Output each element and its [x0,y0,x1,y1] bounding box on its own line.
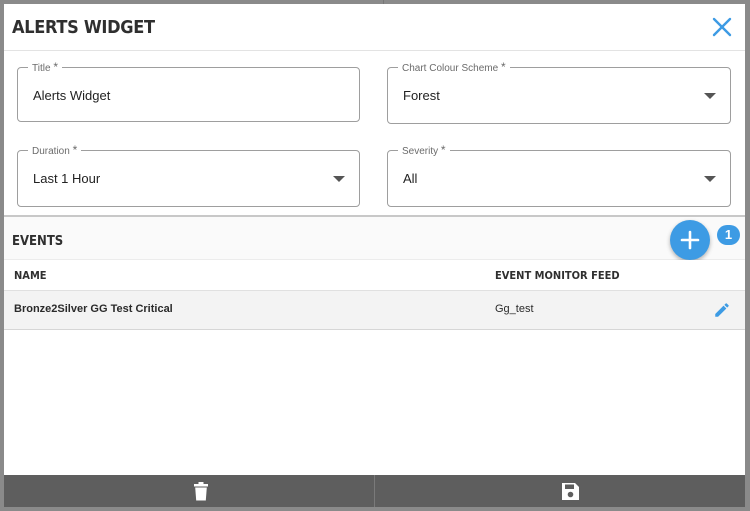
severity-select[interactable]: Severity * All [387,143,731,207]
event-name-cell: Bronze2Silver GG Test Critical [14,303,173,315]
event-feed-cell: Gg_test [495,303,534,315]
dialog-title: ALERTS WIDGET [12,17,155,38]
add-event-button[interactable] [670,220,710,260]
chevron-down-icon [333,176,345,182]
dialog-header: ALERTS WIDGET [4,4,745,51]
chart-colour-scheme-label: Chart Colour Scheme * [398,60,510,76]
save-button[interactable] [375,475,745,507]
pencil-icon [715,303,729,317]
events-title: EVENTS [12,234,64,249]
table-row[interactable]: Bronze2Silver GG Test Critical Gg_test [4,291,745,330]
duration-label: Duration * [28,143,82,159]
column-header-event-monitor-feed: EVENT MONITOR FEED [495,269,620,282]
dialog-footer [4,475,745,507]
chevron-down-icon [704,93,716,99]
delete-button[interactable] [4,475,374,507]
close-icon [712,17,732,37]
duration-value: Last 1 Hour [33,171,101,186]
alerts-widget-dialog: ALERTS WIDGET Title * Alerts Widget Char… [4,4,745,507]
title-field-value: Alerts Widget [33,88,111,103]
duration-select[interactable]: Duration * Last 1 Hour [17,143,360,207]
chart-colour-scheme-select[interactable]: Chart Colour Scheme * Forest [387,60,731,124]
edit-event-button[interactable] [713,301,731,319]
severity-value: All [403,171,418,186]
column-header-name: NAME [14,269,47,282]
severity-label: Severity * [398,143,450,159]
chart-colour-scheme-value: Forest [403,88,440,103]
event-count-badge: 1 [717,225,740,245]
chevron-down-icon [704,176,716,182]
close-button[interactable] [711,16,733,38]
events-table-header: NAME EVENT MONITOR FEED [4,260,745,291]
floppy-disk-icon [562,483,579,500]
widget-settings-form: Title * Alerts Widget Chart Colour Schem… [4,51,745,215]
title-field[interactable]: Title * Alerts Widget [17,60,360,122]
title-field-label: Title * [28,60,62,76]
events-section-header: EVENTS [4,217,745,260]
trash-icon [194,482,208,501]
plus-icon [680,230,700,250]
